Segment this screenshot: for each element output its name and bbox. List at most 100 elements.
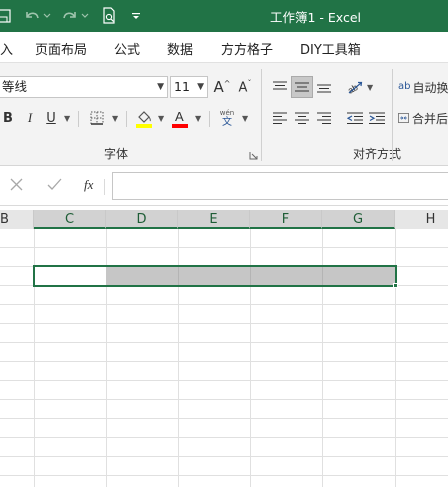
merge-cells-icon [398, 113, 409, 123]
align-left-icon [273, 112, 287, 124]
tab-diy-toolbox[interactable]: DIY工具箱 [300, 39, 361, 58]
borders-dropdown-icon[interactable]: ▼ [112, 114, 118, 123]
fill-handle[interactable] [393, 283, 398, 288]
wrap-text-button[interactable]: ab 自动换 [398, 76, 448, 98]
underline-dropdown-icon[interactable]: ▼ [64, 114, 70, 123]
font-size-value: 11 [174, 79, 190, 94]
tab-formulas[interactable]: 公式 [114, 39, 140, 58]
column-header-b[interactable]: B [0, 210, 34, 229]
italic-button[interactable]: I [22, 107, 38, 129]
borders-button[interactable] [88, 109, 106, 127]
column-header-h[interactable]: H [395, 210, 448, 229]
divider [126, 111, 127, 127]
redo-dropdown-icon[interactable] [80, 6, 90, 26]
gridline [0, 475, 448, 476]
phonetic-guide-button[interactable]: wén 文 [216, 107, 238, 129]
align-center-button[interactable] [291, 107, 313, 129]
merge-center-label: 合并后 [411, 111, 448, 126]
chevron-down-icon: ▼ [157, 82, 164, 92]
group-separator [392, 69, 393, 161]
gridline [0, 247, 448, 248]
fill-color-dropdown-icon[interactable]: ▼ [158, 114, 164, 123]
divider [104, 179, 105, 195]
divider [78, 111, 79, 127]
align-left-button[interactable] [269, 107, 291, 129]
gridline [0, 361, 448, 362]
divider [209, 111, 210, 127]
shrink-font-icon: Aˇ [238, 78, 252, 96]
undo-icon[interactable] [22, 6, 42, 26]
formula-input[interactable] [112, 172, 448, 200]
gridline [0, 304, 448, 305]
align-center-icon [295, 112, 309, 124]
merge-center-button[interactable]: 合并后 [398, 107, 448, 129]
align-middle-button[interactable] [291, 76, 313, 98]
font-name-value: 等线 [2, 79, 28, 94]
font-group-label: 字体 [104, 147, 129, 161]
column-header-f[interactable]: F [250, 210, 322, 229]
gridline [0, 323, 448, 324]
gridline [0, 456, 448, 457]
alignment-group-label: 对齐方式 [353, 147, 402, 161]
wrap-text-label: 自动换 [412, 80, 448, 95]
customize-toolbar-icon[interactable] [128, 6, 144, 26]
grow-font-button[interactable]: A^ [211, 76, 233, 98]
align-bottom-button[interactable] [313, 76, 335, 98]
title-bar: 工作簿1 - Excel [0, 0, 448, 32]
orientation-dropdown-icon[interactable]: ▼ [367, 83, 373, 92]
svg-text:A: A [175, 109, 184, 124]
group-separator [261, 69, 262, 161]
save-icon[interactable] [0, 6, 12, 26]
paint-bucket-icon [136, 111, 152, 128]
font-color-button[interactable]: A [170, 107, 190, 129]
font-dialog-launcher-icon[interactable] [249, 149, 258, 163]
decrease-indent-button[interactable] [344, 107, 366, 129]
wrap-text-icon: ab [398, 81, 411, 92]
spreadsheet-grid[interactable]: B C D E F G H [0, 207, 448, 487]
chevron-down-icon: ▼ [197, 82, 204, 92]
bold-button[interactable]: B [0, 107, 16, 129]
tab-insert[interactable]: 入 [0, 39, 13, 58]
decrease-indent-icon [347, 112, 363, 124]
align-bottom-icon [317, 84, 331, 93]
confirm-entry-icon[interactable] [47, 178, 62, 194]
column-header-e[interactable]: E [178, 210, 250, 229]
font-color-icon: A [172, 109, 188, 128]
column-header-d[interactable]: D [106, 210, 178, 229]
selection-border [33, 265, 397, 287]
border-icon [90, 111, 104, 125]
grow-font-icon: A^ [213, 78, 231, 96]
font-size-select[interactable]: 11 ▼ [170, 76, 208, 98]
shrink-font-button[interactable]: Aˇ [234, 76, 256, 98]
formula-bar: fx [0, 166, 448, 206]
align-top-button[interactable] [269, 76, 291, 98]
font-color-dropdown-icon[interactable]: ▼ [195, 114, 201, 123]
tab-data[interactable]: 数据 [167, 39, 193, 58]
menu-bar: 入 页面布局 公式 数据 方方格子 DIY工具箱 [0, 32, 448, 62]
gridline [0, 418, 448, 419]
fill-color-button[interactable] [134, 107, 154, 129]
text-orientation-icon: ab [346, 81, 363, 95]
print-preview-icon[interactable] [100, 6, 118, 26]
align-right-button[interactable] [313, 107, 335, 129]
gridline [0, 399, 448, 400]
undo-dropdown-icon[interactable] [42, 6, 52, 26]
gridline [0, 380, 448, 381]
font-name-select[interactable]: 等线 ▼ [0, 76, 168, 98]
redo-icon[interactable] [60, 6, 80, 26]
tab-fangfang-gezi[interactable]: 方方格子 [221, 39, 273, 58]
increase-indent-button[interactable] [366, 107, 388, 129]
increase-indent-icon [369, 112, 385, 124]
tab-page-layout[interactable]: 页面布局 [35, 39, 87, 58]
cancel-entry-icon[interactable] [10, 178, 23, 194]
gridline [0, 437, 448, 438]
phonetic-char: 文 [222, 117, 232, 128]
insert-function-button[interactable]: fx [84, 177, 93, 193]
column-header-g[interactable]: G [322, 210, 395, 229]
underline-button[interactable]: U [43, 107, 59, 129]
gridline [0, 342, 448, 343]
phonetic-dropdown-icon[interactable]: ▼ [242, 114, 248, 123]
column-header-c[interactable]: C [34, 210, 106, 229]
orientation-button[interactable]: ab [344, 76, 366, 98]
align-top-icon [273, 81, 287, 90]
